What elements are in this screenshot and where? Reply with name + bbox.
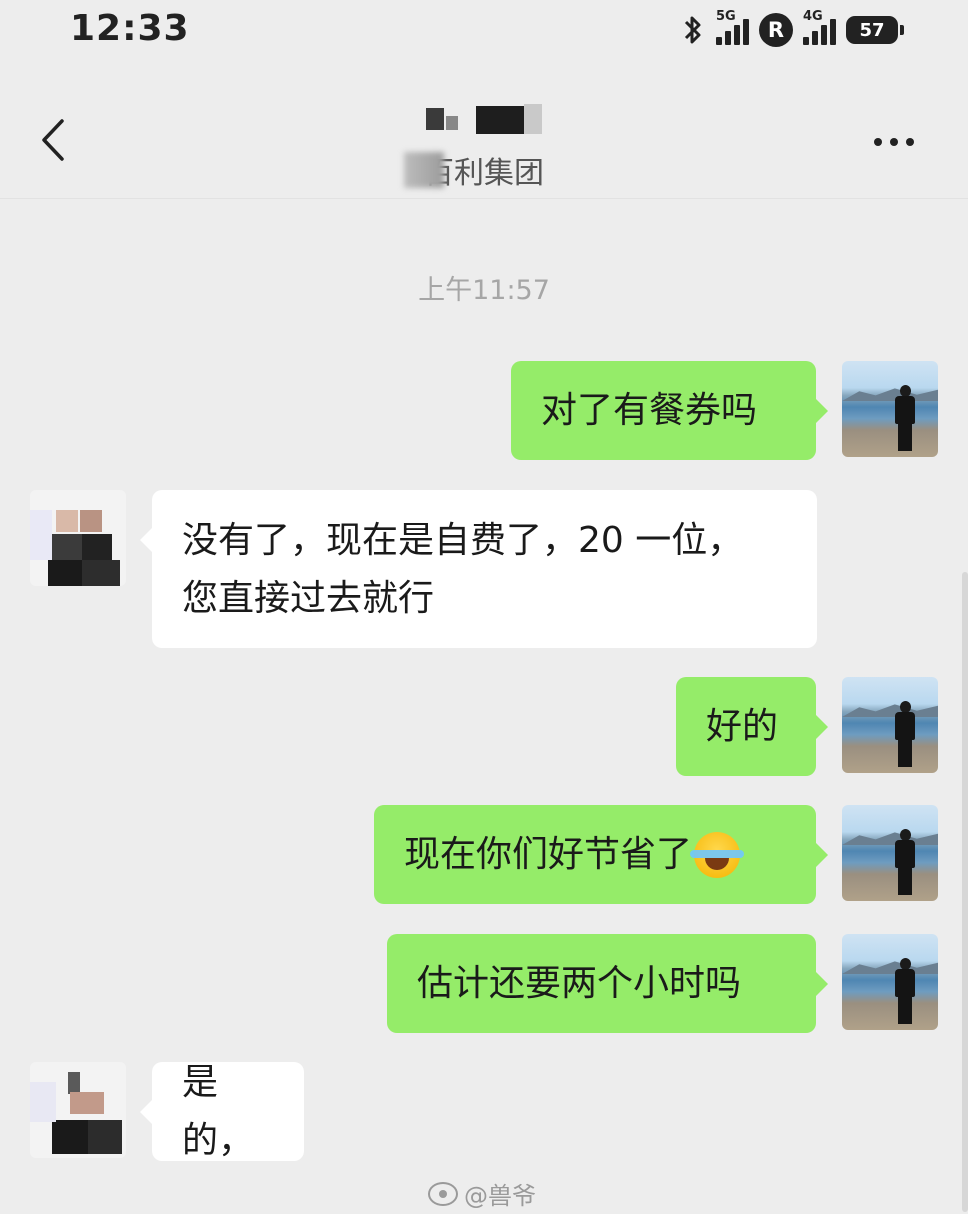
message-text-line: 您直接过去就行 bbox=[182, 578, 435, 619]
message-text: 对了有餐券吗 bbox=[541, 389, 758, 431]
status-time: 12:33 bbox=[70, 8, 190, 49]
signal-4g-icon: 4G bbox=[803, 9, 836, 45]
self-avatar[interactable] bbox=[842, 805, 938, 901]
contact-subtitle: 百利集团 bbox=[424, 156, 544, 191]
message-bubble-out[interactable]: 现在你们好节省了 bbox=[374, 805, 828, 904]
message-timestamp: 上午11:57 bbox=[418, 275, 550, 306]
dot-icon bbox=[890, 138, 898, 146]
chat-screen: 12:33 5G R 4G 57 百利集团 上午11:57 对了有餐券吗 没有了… bbox=[0, 0, 968, 1214]
bluetooth-icon bbox=[684, 16, 701, 44]
network-5g-label: 5G bbox=[716, 9, 736, 24]
more-options-button[interactable] bbox=[874, 132, 922, 152]
self-avatar[interactable] bbox=[842, 361, 938, 457]
watermark-text: @兽爷 bbox=[464, 1182, 536, 1210]
message-text: 是的， bbox=[182, 1061, 255, 1161]
message-bubble-out[interactable]: 估计还要两个小时吗 bbox=[387, 934, 828, 1033]
roaming-icon: R bbox=[759, 13, 793, 47]
self-avatar[interactable] bbox=[842, 677, 938, 773]
contact-avatar[interactable] bbox=[30, 1062, 126, 1158]
signal-5g-icon: 5G bbox=[716, 9, 749, 45]
status-bar: 12:33 5G R 4G 57 bbox=[0, 0, 968, 60]
subtitle-redaction bbox=[404, 152, 444, 188]
message-text: 估计还要两个小时吗 bbox=[417, 962, 742, 1004]
scrollbar[interactable] bbox=[962, 572, 968, 1212]
weibo-watermark: @兽爷 bbox=[428, 1176, 536, 1211]
weibo-icon bbox=[428, 1181, 458, 1206]
status-icons: 5G R 4G 57 bbox=[680, 9, 904, 50]
message-bubble-out[interactable]: 对了有餐券吗 bbox=[511, 361, 828, 460]
self-avatar[interactable] bbox=[842, 934, 938, 1030]
message-text-line: 没有了，现在是自费了，20 一位， bbox=[182, 520, 744, 561]
message-bubble-in[interactable]: 没有了，现在是自费了，20 一位， 您直接过去就行 bbox=[140, 490, 817, 648]
message-bubble-in[interactable]: 是的， bbox=[140, 1062, 304, 1161]
message-text: 现在你们好节省了 bbox=[404, 833, 693, 875]
message-text: 好的 bbox=[706, 705, 779, 747]
network-4g-label: 4G bbox=[803, 9, 823, 24]
message-bubble-out[interactable]: 好的 bbox=[676, 677, 828, 776]
dot-icon bbox=[906, 138, 914, 146]
battery-icon: 57 bbox=[846, 16, 904, 44]
contact-avatar[interactable] bbox=[30, 490, 126, 586]
laughing-crying-emoji-icon bbox=[690, 831, 745, 878]
dot-icon bbox=[874, 138, 882, 146]
chat-header: 百利集团 bbox=[0, 80, 968, 199]
contact-name-redacted bbox=[420, 98, 550, 138]
